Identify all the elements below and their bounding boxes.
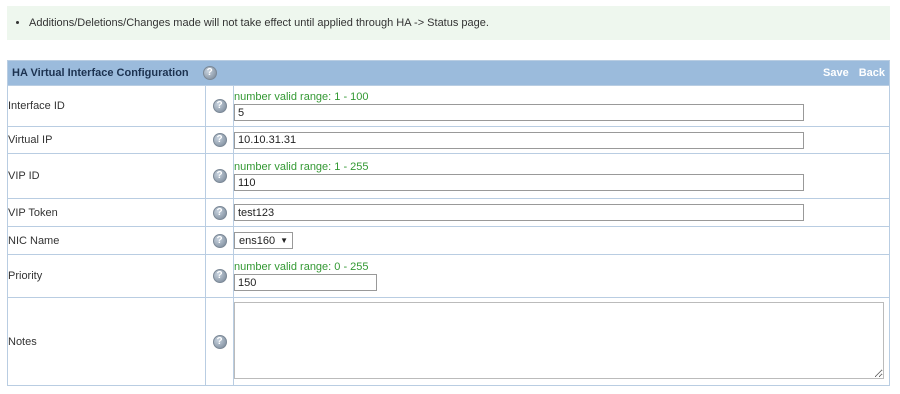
table-header: HA Virtual Interface Configuration ? Sav… <box>7 60 890 86</box>
question-circle-icon[interactable]: ? <box>202 66 217 80</box>
question-circle-icon[interactable]: ? <box>212 205 227 220</box>
table-title: HA Virtual Interface Configuration <box>12 67 189 79</box>
row-vip-id: VIP ID ? number valid range: 1 - 255 <box>7 153 890 199</box>
row-virtual-ip: Virtual IP ? <box>7 126 890 154</box>
notes-label: Notes <box>7 297 206 386</box>
question-circle-icon[interactable]: ? <box>212 169 227 183</box>
question-circle-icon[interactable]: ? <box>212 334 227 349</box>
question-circle-icon[interactable]: ? <box>212 99 227 113</box>
priority-hint: number valid range: 0 - 255 <box>234 261 369 273</box>
back-button[interactable]: Back <box>859 67 885 79</box>
vip-id-input[interactable] <box>234 174 804 191</box>
notice-banner: Additions/Deletions/Changes made will no… <box>7 6 890 40</box>
notes-textarea[interactable] <box>234 301 884 379</box>
interface-id-hint: number valid range: 1 - 100 <box>234 91 369 103</box>
nic-name-selected: ens160 <box>239 234 276 247</box>
question-circle-icon[interactable]: ? <box>212 269 227 283</box>
vip-token-label: VIP Token <box>7 198 206 227</box>
nic-name-label: NIC Name <box>7 226 206 255</box>
vip-token-input[interactable] <box>234 204 804 221</box>
row-vip-token: VIP Token ? <box>7 198 890 227</box>
vip-id-label: VIP ID <box>7 153 206 199</box>
save-button[interactable]: Save <box>823 67 849 79</box>
row-notes: Notes ? <box>7 297 890 386</box>
vip-id-hint: number valid range: 1 - 255 <box>234 161 369 173</box>
row-nic-name: NIC Name ? ens160 ▼ <box>7 226 890 255</box>
nic-name-select[interactable]: ens160 ▼ <box>234 232 294 249</box>
virtual-ip-input[interactable] <box>234 131 804 149</box>
caret-down-icon: ▼ <box>280 236 289 245</box>
row-priority: Priority ? number valid range: 0 - 255 <box>7 254 890 298</box>
interface-id-label: Interface ID <box>7 85 206 127</box>
question-circle-icon[interactable]: ? <box>212 233 227 248</box>
priority-input[interactable] <box>234 274 377 291</box>
question-circle-icon[interactable]: ? <box>212 133 227 147</box>
virtual-ip-label: Virtual IP <box>7 126 206 154</box>
ha-config-table: HA Virtual Interface Configuration ? Sav… <box>7 60 890 386</box>
priority-label: Priority <box>7 254 206 298</box>
row-interface-id: Interface ID ? number valid range: 1 - 1… <box>7 85 890 127</box>
interface-id-input[interactable] <box>234 104 804 121</box>
notice-text: Additions/Deletions/Changes made will no… <box>29 17 489 29</box>
